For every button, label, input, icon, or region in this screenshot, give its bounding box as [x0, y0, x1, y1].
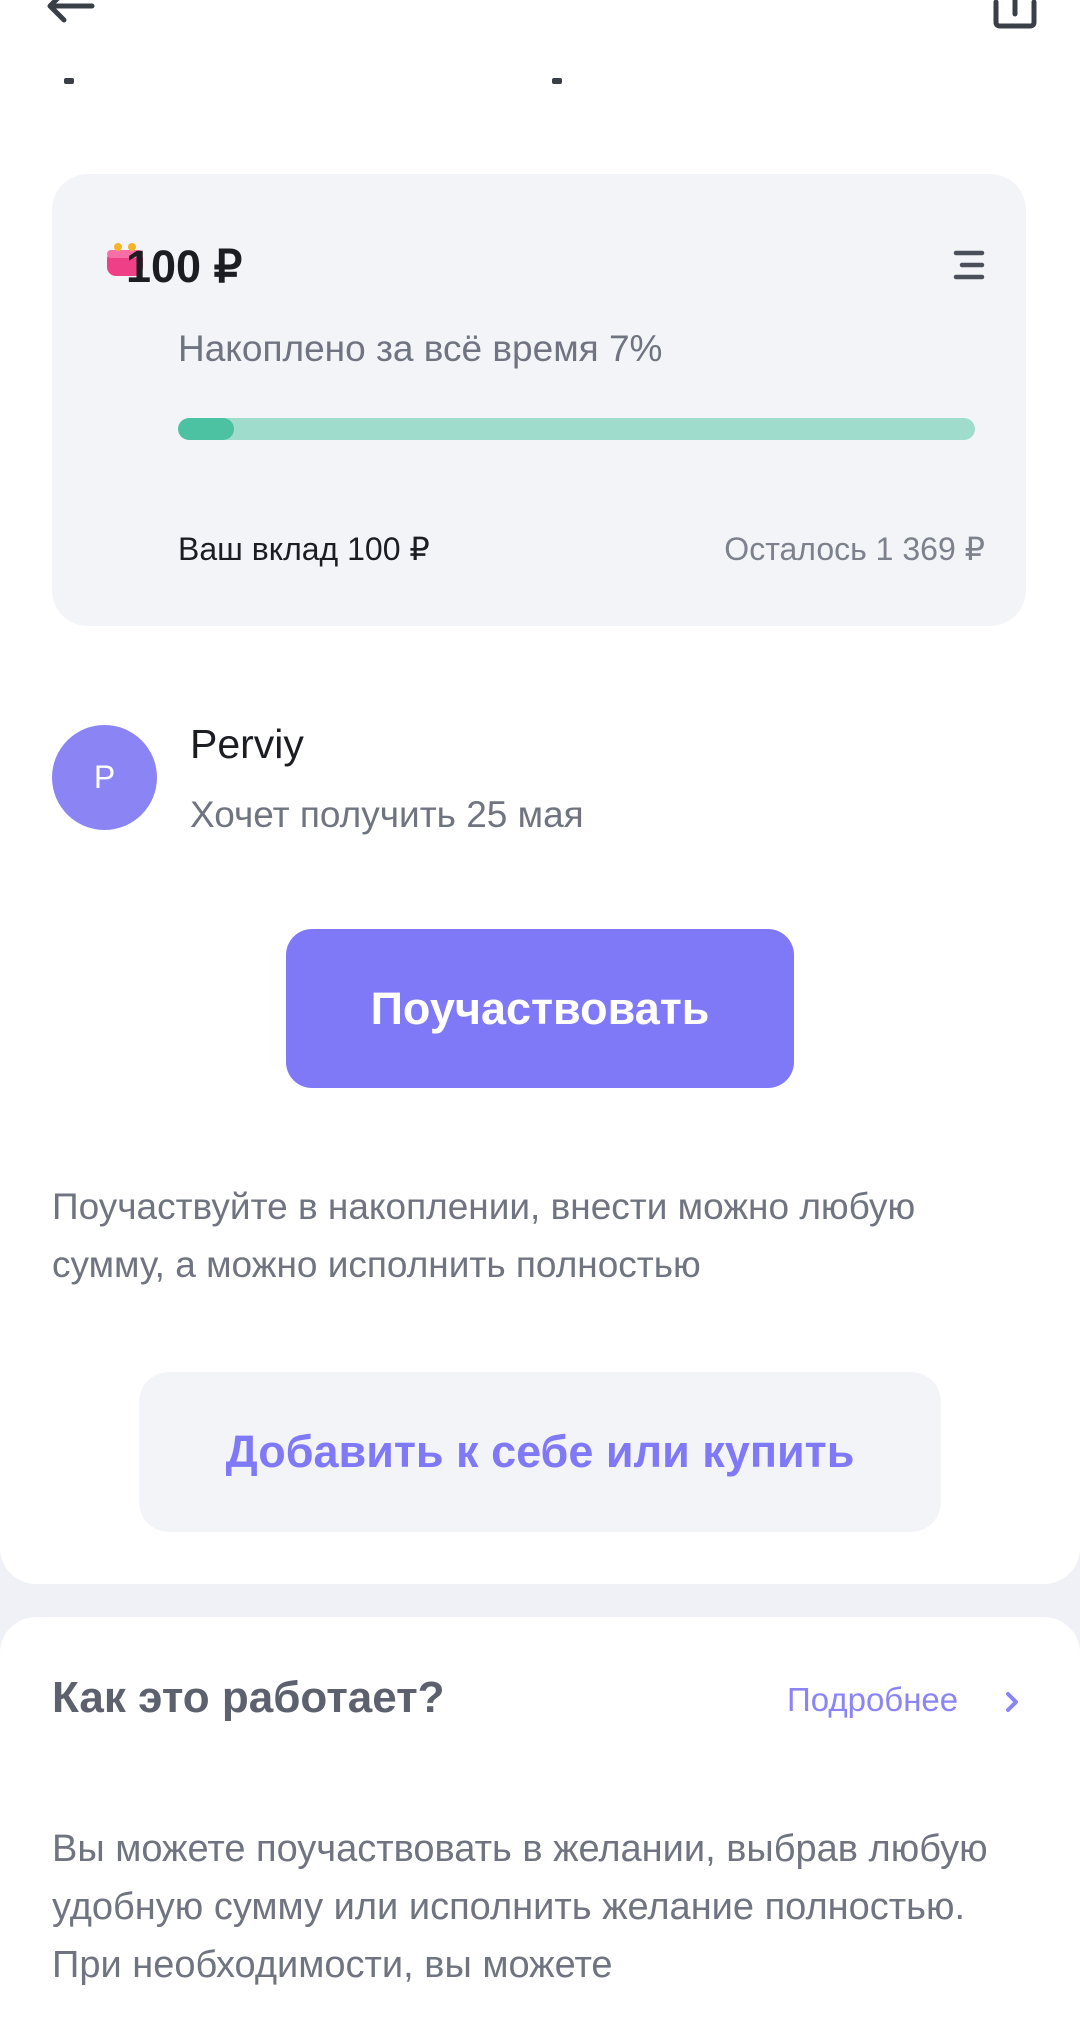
progress-fill: [178, 418, 234, 440]
saved-amount: 100 ₽: [126, 241, 243, 292]
user-name[interactable]: Perviy: [190, 721, 304, 768]
back-arrow-icon[interactable]: [44, 0, 100, 26]
participate-button[interactable]: Поучаствовать: [286, 929, 794, 1088]
cut-off-text: [52, 30, 852, 90]
chevron-right-icon[interactable]: [1002, 1690, 1022, 1714]
your-contribution: Ваш вклад 100 ₽: [178, 531, 430, 567]
accumulated-text: Накоплено за всё время 7%: [178, 328, 663, 369]
wish-date: Хочет получить 25 мая: [190, 794, 584, 835]
more-details-link[interactable]: Подробнее: [787, 1681, 958, 1719]
add-or-buy-button[interactable]: Добавить к себе или купить: [139, 1372, 941, 1532]
avatar[interactable]: P: [52, 725, 157, 830]
participation-hint: Поучаствуйте в накоплении, внести можно …: [52, 1186, 916, 1285]
how-it-works-text: Вы можете поучаствовать в желании, выбра…: [52, 1828, 988, 1986]
list-menu-icon[interactable]: [952, 248, 986, 282]
savings-progress-bar: [178, 418, 975, 440]
share-icon[interactable]: [990, 0, 1040, 30]
remaining-amount: Осталось 1 369 ₽: [724, 531, 985, 567]
how-it-works-title: Как это работает?: [52, 1673, 445, 1722]
